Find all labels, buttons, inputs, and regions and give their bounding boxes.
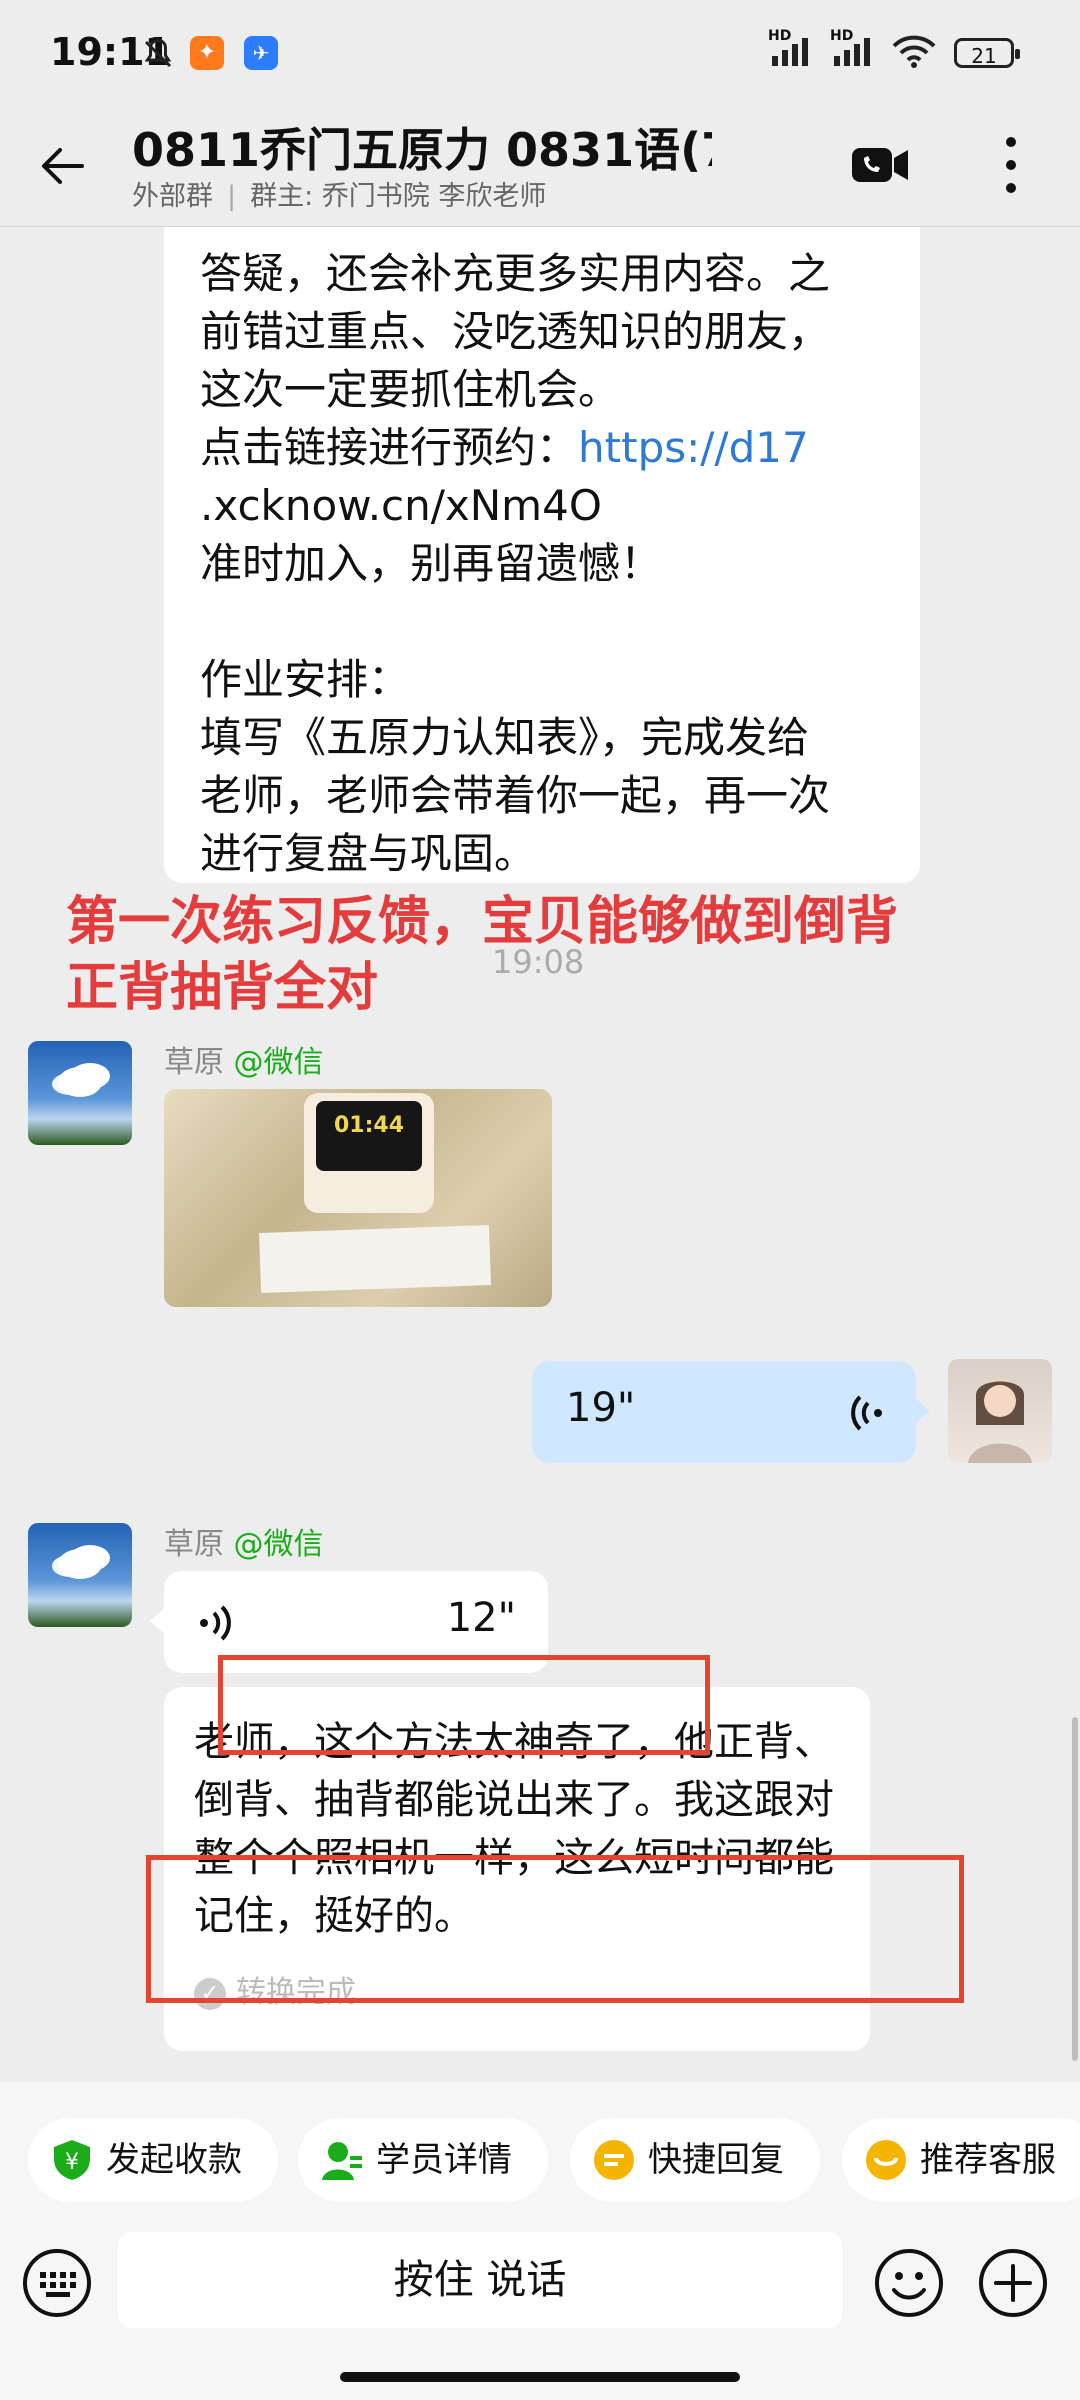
annotation-overlay-text: 第一次练习反馈，宝贝能够做到倒背 正背抽背全对 [66, 889, 898, 1021]
message-bubble-text[interactable]: 答疑，还会补充更多实用内容。之 前错过重点、没吃透知识的朋友， 这次一定要抓住机… [164, 227, 920, 883]
student-icon [322, 2142, 362, 2180]
service-icon [866, 2140, 906, 2180]
status-bar: 19:11 ✦ ✈ HD HD 21 [0, 0, 1080, 110]
image-message[interactable]: 01:44 [164, 1089, 552, 1307]
notification-app-icon: ✦ [190, 36, 224, 70]
input-bar: 按住 说话 [0, 2222, 1080, 2400]
person-icon [968, 1379, 1032, 1463]
booking-link-cont[interactable]: .xcknow.cn/xNm4O [200, 477, 602, 535]
more-vertical-icon[interactable] [996, 132, 1026, 198]
my-avatar[interactable] [948, 1359, 1052, 1463]
voice-wave-icon [851, 1395, 882, 1431]
message-line: 进行复盘与巩固。 [200, 829, 537, 878]
start-payment-button[interactable]: ¥ 发起收款 [28, 2118, 278, 2202]
chip-label: 学员详情 [376, 2140, 512, 2180]
message-line: 作业安排： [200, 655, 411, 704]
emoji-icon[interactable] [874, 2248, 944, 2318]
photo-device: 01:44 [304, 1093, 434, 1213]
chat-title: 0811乔门五原力 0831语(7) [132, 123, 712, 177]
message-line: 答疑，还会补充更多实用内容。之 [200, 249, 831, 298]
hold-to-talk-button[interactable]: 按住 说话 [118, 2232, 842, 2328]
chip-label: 推荐客服 [920, 2140, 1056, 2180]
plus-icon[interactable] [978, 2248, 1048, 2318]
photo-card [259, 1225, 491, 1293]
avatar[interactable] [28, 1523, 132, 1627]
sender-name-text: 草原 [164, 1045, 224, 1080]
signal-icon [772, 38, 808, 66]
message-line: 前错过重点、没吃透知识的朋友， [200, 307, 831, 356]
group-owner: 群主: 乔门书院 李欣老师 [250, 181, 547, 212]
recommend-service-button[interactable]: 推荐客服 [842, 2118, 1080, 2202]
annotation-line: 第一次练习反馈，宝贝能够做到倒背 [66, 892, 899, 952]
message-line: 准时加入，别再留遗憾！ [200, 539, 663, 588]
message-line: 填写《五原力认知表》，完成发给 [200, 713, 810, 762]
avatar[interactable] [28, 1041, 132, 1145]
quick-reply-icon [594, 2140, 634, 2180]
voice-message-outgoing[interactable]: 19" [532, 1361, 930, 1463]
message-line: 老师，老师会带着你一起，再一次 [200, 771, 831, 820]
student-details-button[interactable]: 学员详情 [298, 2118, 548, 2202]
annotation-box [218, 1655, 710, 1755]
scrollbar[interactable] [1072, 1717, 1078, 2061]
chat-header: 0811乔门五原力 0831语(7) 外部群 | 群主: 乔门书院 李欣老师 [0, 110, 1080, 227]
sender-platform-tag: @微信 [233, 1527, 324, 1562]
sender-name: 草原 @微信 [164, 1037, 324, 1081]
keyboard-icon[interactable] [22, 2248, 92, 2318]
annotation-box [146, 1855, 964, 2003]
back-arrow-icon[interactable] [34, 136, 94, 196]
video-call-icon[interactable] [850, 142, 910, 188]
group-type: 外部群 [132, 181, 213, 212]
sender-name-text: 草原 [164, 1527, 224, 1562]
chip-label: 快捷回复 [648, 2140, 784, 2180]
sender-name: 草原 @微信 [164, 1519, 324, 1563]
voice-duration: 19" [566, 1385, 636, 1431]
payment-icon: ¥ [54, 2140, 90, 2180]
chip-label: 发起收款 [106, 2140, 242, 2180]
annotation-line: 正背抽背全对 [66, 958, 379, 1018]
bell-muted-icon [144, 38, 172, 68]
home-indicator[interactable] [340, 2372, 740, 2382]
chat-subtitle: 外部群 | 群主: 乔门书院 李欣老师 [132, 174, 546, 213]
photo-screen-time: 01:44 [316, 1101, 422, 1171]
voice-duration: 12" [446, 1595, 516, 1641]
booking-link[interactable]: https://d17 [578, 423, 809, 472]
message-text: 点击链接进行预约： [200, 423, 579, 472]
notification-app-icon-2: ✈ [244, 36, 278, 70]
quick-actions-bar: ¥ 发起收款 学员详情 快捷回复 推荐客服 [0, 2082, 1080, 2222]
battery-indicator: 21 [954, 38, 1020, 68]
signal-icon-2 [834, 38, 870, 66]
chat-area[interactable]: 答疑，还会补充更多实用内容。之 前错过重点、没吃透知识的朋友， 这次一定要抓住机… [0, 227, 1080, 2082]
quick-reply-button[interactable]: 快捷回复 [570, 2118, 820, 2202]
svg-text:¥: ¥ [65, 2150, 79, 2175]
sender-platform-tag: @微信 [233, 1045, 324, 1080]
message-line: 这次一定要抓住机会。 [200, 365, 621, 414]
voice-wave-icon [200, 1605, 231, 1641]
wifi-icon [892, 35, 936, 68]
separator: | [227, 181, 237, 212]
message-line: 点击链接进行预约：https://d17 [200, 419, 809, 477]
